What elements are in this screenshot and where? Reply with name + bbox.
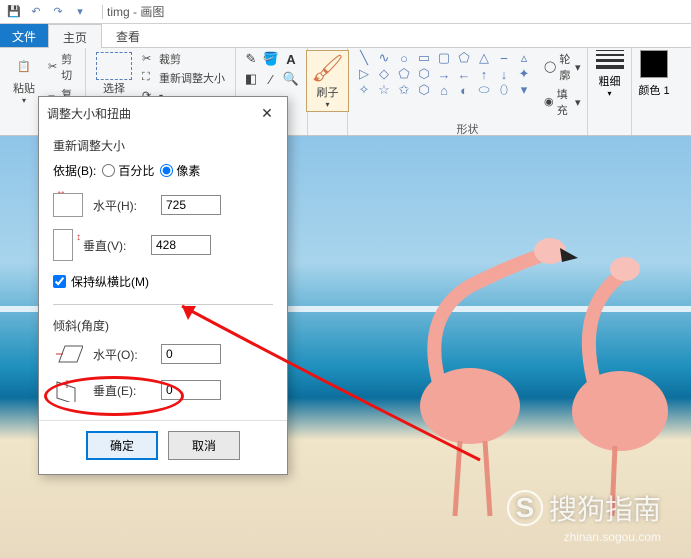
tab-view[interactable]: 查看 <box>102 24 154 47</box>
ok-button[interactable]: 确定 <box>86 431 158 460</box>
vertical-input[interactable] <box>151 235 211 255</box>
clipboard-icon: 📋 <box>10 52 38 80</box>
horizontal-input[interactable] <box>161 195 221 215</box>
skew-h-input[interactable] <box>161 344 221 364</box>
horizontal-icon: ↔ <box>53 193 83 217</box>
resize-icon: ⛶ <box>142 71 156 85</box>
horizontal-label: 水平(H): <box>93 197 151 214</box>
aspect-label: 保持纵横比(M) <box>71 273 149 290</box>
aspect-checkbox[interactable] <box>53 275 66 288</box>
skew-v-icon <box>53 378 83 402</box>
eraser-icon[interactable]: ◧ <box>242 70 260 88</box>
fill-icon[interactable]: 🪣 <box>262 50 280 68</box>
tab-strip: 文件 主页 查看 <box>0 24 691 48</box>
cancel-button[interactable]: 取消 <box>168 431 240 460</box>
select-icon <box>96 52 132 80</box>
close-icon: ✕ <box>261 105 273 122</box>
vertical-label: 垂直(V): <box>83 237 141 254</box>
color-swatch <box>640 50 668 78</box>
brush-button[interactable]: 🖌 刷子 ▾ <box>306 50 349 112</box>
eyedropper-icon[interactable]: ⁄ <box>262 70 280 88</box>
watermark-url: zhinan.sogou.com <box>564 530 661 544</box>
window-title: timg - 画图 <box>107 3 164 20</box>
resize-button[interactable]: ⛶重新调整大小 <box>140 69 227 87</box>
skew-h-label: 水平(O): <box>93 346 151 363</box>
outline-icon: ◯ <box>544 60 556 74</box>
watermark: S搜狗指南 <box>507 488 661 528</box>
skew-v-input[interactable] <box>161 380 221 400</box>
tab-home[interactable]: 主页 <box>48 24 102 48</box>
skew-section-label: 倾斜(角度) <box>53 317 273 334</box>
crop-button[interactable]: ✂裁剪 <box>140 50 227 68</box>
qat-dropdown-icon[interactable]: ▾ <box>70 3 90 21</box>
skew-v-label: 垂直(E): <box>93 382 151 399</box>
tab-file[interactable]: 文件 <box>0 24 48 47</box>
redo-icon[interactable]: ↷ <box>48 3 68 21</box>
stroke-button[interactable]: 粗细 ▾ <box>594 50 626 98</box>
shapes-gallery[interactable]: ╲∿○▭▢⬠△⎯▵ ▷◇⬠⬡→←↑↓✦ ✧☆✩⬡⌂◐⬭⬯▾ <box>354 50 534 98</box>
radio-percent[interactable]: 百分比 <box>102 162 154 179</box>
resize-skew-dialog: 调整大小和扭曲 ✕ 重新调整大小 依据(B): 百分比 像素 ↔ 水平(H): … <box>38 96 288 475</box>
text-icon[interactable]: A <box>282 50 300 68</box>
cut-button[interactable]: ✂剪切 <box>46 50 79 84</box>
resize-section-label: 重新调整大小 <box>53 137 273 154</box>
fill-shape-icon: ◉ <box>544 95 554 109</box>
brush-icon: 🖌 <box>311 53 344 84</box>
title-bar: 💾 ↶ ↷ ▾ timg - 画图 <box>0 0 691 24</box>
crop-icon: ✂ <box>142 52 156 66</box>
pencil-icon[interactable]: ✎ <box>242 50 260 68</box>
save-icon[interactable]: 💾 <box>4 3 24 21</box>
close-button[interactable]: ✕ <box>255 103 279 123</box>
outline-button[interactable]: ◯轮廓▾ <box>542 50 583 84</box>
by-label: 依据(B): <box>53 162 96 179</box>
vertical-icon: ↕ <box>53 229 73 261</box>
skew-h-icon <box>53 342 83 366</box>
stroke-icon <box>594 50 626 69</box>
scissors-icon: ✂ <box>48 60 58 74</box>
color1-button[interactable]: 颜色 1 <box>638 50 669 98</box>
shape-fill-button[interactable]: ◉填充▾ <box>542 85 583 119</box>
magnifier-icon[interactable]: 🔍 <box>282 70 300 88</box>
paste-button[interactable]: 📋 粘贴▾ <box>6 50 42 107</box>
dialog-title: 调整大小和扭曲 <box>47 105 131 122</box>
undo-icon[interactable]: ↶ <box>26 3 46 21</box>
radio-pixels[interactable]: 像素 <box>160 162 200 179</box>
